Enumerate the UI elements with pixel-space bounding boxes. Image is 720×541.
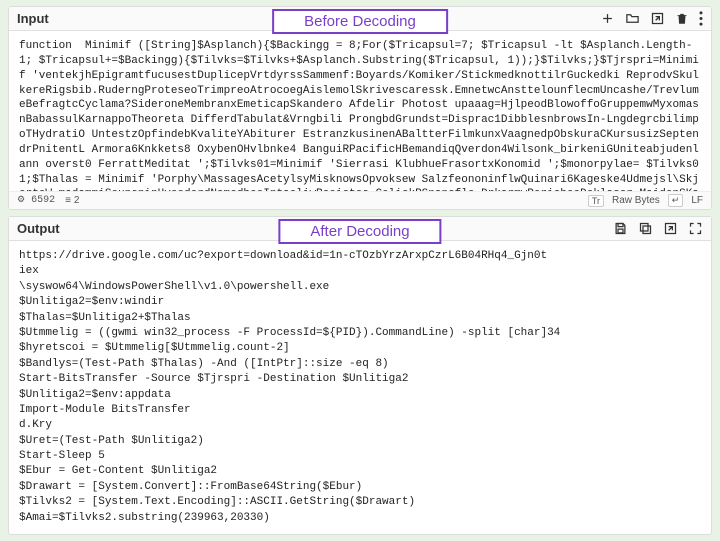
input-status-bar: ⚙ 6592 ≡ 2 Tr Raw Bytes ↵ LF <box>9 191 711 209</box>
input-code[interactable]: function Minimif ([String]$Asplanch){$Ba… <box>9 31 711 191</box>
output-header: Output After Decoding <box>9 217 711 241</box>
more-icon[interactable] <box>699 11 703 26</box>
open-new-icon[interactable] <box>663 221 678 236</box>
export-icon[interactable] <box>650 11 665 26</box>
status-lines: ≡ 2 <box>65 195 79 207</box>
status-enc-label: ⚙ 6592 <box>17 195 55 206</box>
input-title: Input <box>17 11 49 26</box>
lf-label: LF <box>691 195 703 206</box>
after-decoding-label: After Decoding <box>278 219 441 244</box>
output-code[interactable]: https://drive.google.com/uc?export=downl… <box>9 241 711 534</box>
trash-icon[interactable] <box>675 11 689 26</box>
output-panel: Output After Decoding https://drive.goog… <box>8 216 712 535</box>
save-icon[interactable] <box>613 221 628 236</box>
input-panel: Input Before Decoding function Minimif (… <box>8 6 712 210</box>
add-icon[interactable] <box>600 11 615 26</box>
raw-bytes-toggle[interactable]: Tr <box>588 195 604 207</box>
crlf-toggle[interactable]: ↵ <box>668 194 684 207</box>
output-title: Output <box>17 221 60 236</box>
folder-icon[interactable] <box>625 11 640 26</box>
input-toolbar <box>600 11 703 26</box>
input-header: Input Before Decoding <box>9 7 711 31</box>
output-toolbar <box>613 221 703 236</box>
raw-bytes-label[interactable]: Raw Bytes <box>612 195 660 206</box>
fullscreen-icon[interactable] <box>688 221 703 236</box>
copy-icon[interactable] <box>638 221 653 236</box>
